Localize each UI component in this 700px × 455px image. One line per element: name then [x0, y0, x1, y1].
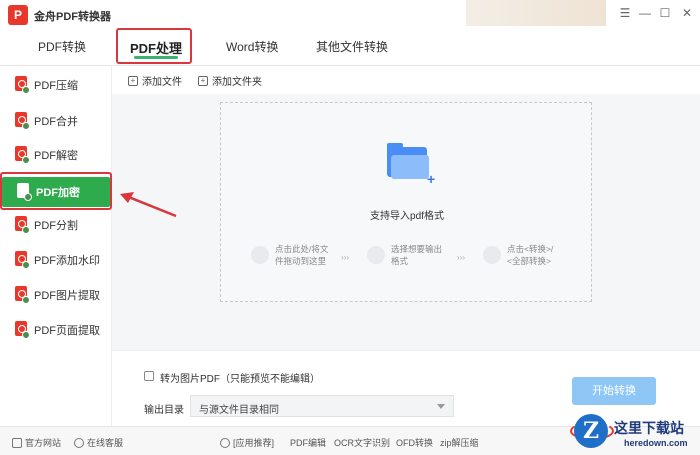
add-folder-icon: +: [198, 75, 208, 86]
add-file-label: 添加文件: [142, 77, 182, 88]
official-website-link[interactable]: 官方网站: [12, 436, 61, 449]
dropzone-title: 支持导入pdf格式: [370, 211, 444, 222]
pdf-split-icon: [14, 216, 30, 234]
add-folder-button[interactable]: + 添加文件夹: [198, 73, 262, 88]
sidebar-item-label: PDF图片提取: [34, 290, 100, 302]
minimize-icon[interactable]: —: [638, 6, 652, 20]
sidebar-item-label: PDF分割: [34, 220, 78, 232]
sidebar-item-pdf-compress[interactable]: PDF压缩: [0, 72, 112, 98]
sidebar-highlight-box: [0, 172, 112, 210]
convert-icon: [483, 246, 501, 264]
step-2-line2: 格式: [391, 256, 409, 266]
app-recommend-label: [应用推荐]: [233, 438, 275, 448]
link-pdf-edit[interactable]: PDF编辑: [290, 436, 326, 449]
drag-file-icon: [251, 246, 269, 264]
sidebar-item-label: PDF页面提取: [34, 325, 100, 337]
start-convert-button[interactable]: 开始转换: [572, 377, 656, 405]
step-separator: ›››: [457, 253, 465, 262]
pdf-merge-icon: [14, 112, 30, 130]
image-pdf-label: 转为图片PDF（只能预览不能编辑）: [160, 374, 320, 385]
sidebar-item-label: PDF压缩: [34, 80, 78, 92]
monitor-icon: [12, 437, 22, 448]
sidebar-item-pdf-image-extract[interactable]: PDF图片提取: [0, 282, 112, 308]
banner-ad[interactable]: [466, 0, 606, 26]
link-ocr[interactable]: OCR文字识别: [334, 436, 390, 449]
sidebar: PDF压缩 PDF合并 PDF解密 PDF加密 PDF分割 PDF添加水印 PD…: [0, 66, 112, 426]
file-dropzone[interactable]: + 支持导入pdf格式 点击此处/将文 件拖动到这里 ››› 选择想要输出 格式…: [220, 102, 592, 302]
folder-icon: +: [387, 143, 435, 187]
tab-pdf-convert[interactable]: PDF转换: [38, 38, 86, 55]
pdf-image-extract-icon: [14, 286, 30, 304]
maximize-icon[interactable]: ☐: [658, 6, 672, 20]
tab-word-convert[interactable]: Word转换: [226, 38, 278, 55]
step-1-line2: 件拖动到这里: [275, 256, 327, 266]
file-toolbar: + 添加文件 + 添加文件夹: [112, 66, 700, 94]
step-3: 点击<转换>/ <全部转换>: [483, 243, 553, 267]
support-icon: [74, 437, 84, 448]
tab-bar: PDF转换 PDF处理 Word转换 其他文件转换: [0, 28, 700, 66]
sidebar-item-pdf-watermark[interactable]: PDF添加水印: [0, 247, 112, 273]
app-recommend: [应用推荐]: [220, 436, 274, 449]
pdf-page-extract-icon: [14, 321, 30, 339]
tab-highlight-box: [116, 28, 192, 64]
title-bar: P 金舟PDF转换器 ☰ — ☐ ✕: [0, 0, 700, 30]
main-area: + 支持导入pdf格式 点击此处/将文 件拖动到这里 ››› 选择想要输出 格式…: [112, 94, 700, 350]
link-ofd[interactable]: OFD转换: [396, 436, 433, 449]
official-website-label: 官方网站: [25, 438, 62, 448]
recommend-icon: [220, 437, 230, 448]
sidebar-item-pdf-decrypt[interactable]: PDF解密: [0, 142, 112, 168]
output-dir-select[interactable]: 与源文件目录相同: [190, 395, 454, 417]
output-dir-value: 与源文件目录相同: [199, 405, 279, 416]
link-zip[interactable]: zip解压缩: [440, 436, 479, 449]
add-file-icon: +: [128, 75, 138, 86]
image-pdf-checkbox[interactable]: [144, 371, 154, 381]
step-1-line1: 点击此处/将文: [275, 244, 329, 254]
step-3-line2: <全部转换>: [507, 256, 551, 266]
sidebar-item-pdf-merge[interactable]: PDF合并: [0, 108, 112, 134]
tab-other-convert[interactable]: 其他文件转换: [316, 38, 388, 55]
watermark-logo-icon: Z: [574, 414, 608, 448]
watermark-cn-text: 这里下载站: [614, 421, 684, 437]
online-support-label: 在线客服: [87, 438, 124, 448]
add-folder-label: 添加文件夹: [212, 77, 262, 88]
online-support-link[interactable]: 在线客服: [74, 436, 123, 449]
pdf-decrypt-icon: [14, 146, 30, 164]
step-2-line1: 选择想要输出: [391, 244, 443, 254]
select-format-icon: [367, 246, 385, 264]
pdf-compress-icon: [14, 76, 30, 94]
step-2: 选择想要输出 格式: [367, 243, 442, 267]
sidebar-item-label: PDF解密: [34, 150, 78, 162]
sidebar-item-label: PDF添加水印: [34, 255, 100, 267]
watermark-en-text: heredown.com: [624, 438, 688, 448]
pdf-watermark-icon: [14, 251, 30, 269]
app-logo-icon: P: [8, 5, 28, 25]
menu-icon[interactable]: ☰: [618, 6, 632, 20]
chevron-down-icon: [437, 404, 445, 409]
step-separator: ›››: [341, 253, 349, 262]
add-file-button[interactable]: + 添加文件: [128, 73, 182, 88]
annotation-arrow-icon: [120, 192, 177, 218]
step-1: 点击此处/将文 件拖动到这里: [251, 243, 328, 267]
output-dir-label: 输出目录: [144, 405, 184, 416]
app-title: 金舟PDF转换器: [34, 11, 111, 23]
close-icon[interactable]: ✕: [680, 6, 694, 20]
site-watermark: Z 这里下载站 heredown.com: [570, 410, 700, 455]
sidebar-item-pdf-page-extract[interactable]: PDF页面提取: [0, 317, 112, 343]
sidebar-item-label: PDF合并: [34, 116, 78, 128]
step-3-line1: 点击<转换>/: [507, 244, 554, 254]
sidebar-item-pdf-split[interactable]: PDF分割: [0, 212, 112, 238]
